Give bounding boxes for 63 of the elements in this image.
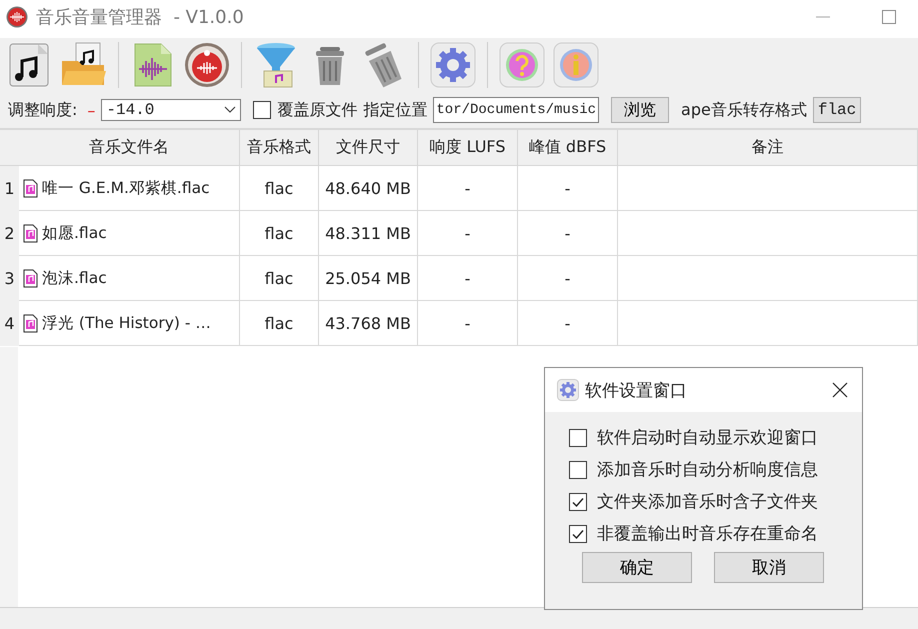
table-cell: 25.054 MB xyxy=(319,256,418,301)
caret-icon xyxy=(224,106,236,114)
checkbox-label: 文件夹添加音乐时含子文件夹 xyxy=(597,491,818,513)
table-cell: - xyxy=(518,166,618,211)
row-number: 2 xyxy=(0,211,19,256)
loudness-marker: – xyxy=(87,100,96,120)
close-icon[interactable] xyxy=(832,382,848,398)
row-number: 1 xyxy=(0,166,19,211)
location-field[interactable]: tor/Documents/music xyxy=(433,97,600,123)
table-cell: 如愿.flac xyxy=(42,222,107,244)
checkbox[interactable] xyxy=(569,428,587,446)
column-header[interactable]: 响度 LUFS xyxy=(418,130,518,166)
window-title: 音乐音量管理器 - V1.0.0 xyxy=(36,6,244,29)
column-header[interactable]: 音乐格式 xyxy=(240,130,319,166)
checkbox-label: 添加音乐时自动分析响度信息 xyxy=(597,459,818,481)
music-file-icon xyxy=(23,268,38,288)
table-cell: - xyxy=(518,211,618,256)
column-header[interactable]: 音乐文件名 xyxy=(19,130,240,166)
loudness-label: 调整响度: xyxy=(8,100,78,120)
record-knob-icon[interactable] xyxy=(183,41,231,89)
music-file-icon xyxy=(23,224,38,242)
checkbox[interactable] xyxy=(569,524,587,542)
settings-icon[interactable] xyxy=(429,41,477,89)
table-cell: flac xyxy=(240,166,319,211)
checkbox[interactable] xyxy=(253,101,272,119)
table-cell: - xyxy=(418,166,518,211)
column-header[interactable]: 文件尺寸 xyxy=(319,130,418,166)
overwrite-label: 覆盖原文件 xyxy=(277,100,358,120)
settings-icon xyxy=(557,379,579,401)
format-dropdown[interactable]: flac xyxy=(812,97,862,123)
row-number: 3 xyxy=(0,256,19,301)
checkbox-label: 软件启动时自动显示欢迎窗口 xyxy=(597,427,818,449)
checkbox[interactable] xyxy=(569,492,587,510)
table-cell: - xyxy=(418,301,518,346)
table-cell: 43.768 MB xyxy=(319,301,418,346)
table-cell: - xyxy=(518,256,618,301)
table-cell: - xyxy=(518,301,618,346)
table-cell: flac xyxy=(240,301,319,346)
location-label: 指定位置 xyxy=(363,100,428,120)
table-cell: 唯一 G.E.M.邓紫棋.flac xyxy=(42,178,210,198)
column-header[interactable]: 备注 xyxy=(618,130,918,166)
app-logo-icon xyxy=(6,6,28,28)
confirm-button[interactable]: 确定 xyxy=(582,552,692,583)
table-cell: - xyxy=(418,211,518,256)
dialog-title: 软件设置窗口 xyxy=(585,380,687,402)
cancel-button[interactable]: 取消 xyxy=(714,552,824,583)
table-cell: 48.311 MB xyxy=(319,211,418,256)
browse-button[interactable]: 浏览 xyxy=(611,97,670,123)
table-cell: flac xyxy=(240,211,319,256)
table-cell: flac xyxy=(240,256,319,301)
music-file-icon xyxy=(23,314,38,332)
table-cell: 浮光 (The History) - … xyxy=(42,312,211,334)
table-cell: 48.640 MB xyxy=(319,166,418,211)
checkbox[interactable] xyxy=(569,460,587,478)
table-cell: 泡沫.flac xyxy=(42,268,107,288)
row-number: 4 xyxy=(0,301,19,346)
table-cell: - xyxy=(418,256,518,301)
ape-format-label: ape音乐转存格式 xyxy=(681,100,807,120)
music-file-icon xyxy=(23,178,38,198)
loudness-dropdown[interactable]: -14.0 xyxy=(101,99,242,121)
checkbox-label: 非覆盖输出时音乐存在重命名 xyxy=(597,523,818,545)
column-header[interactable]: 峰值 dBFS xyxy=(518,130,618,166)
maximize-icon[interactable] xyxy=(882,10,896,24)
